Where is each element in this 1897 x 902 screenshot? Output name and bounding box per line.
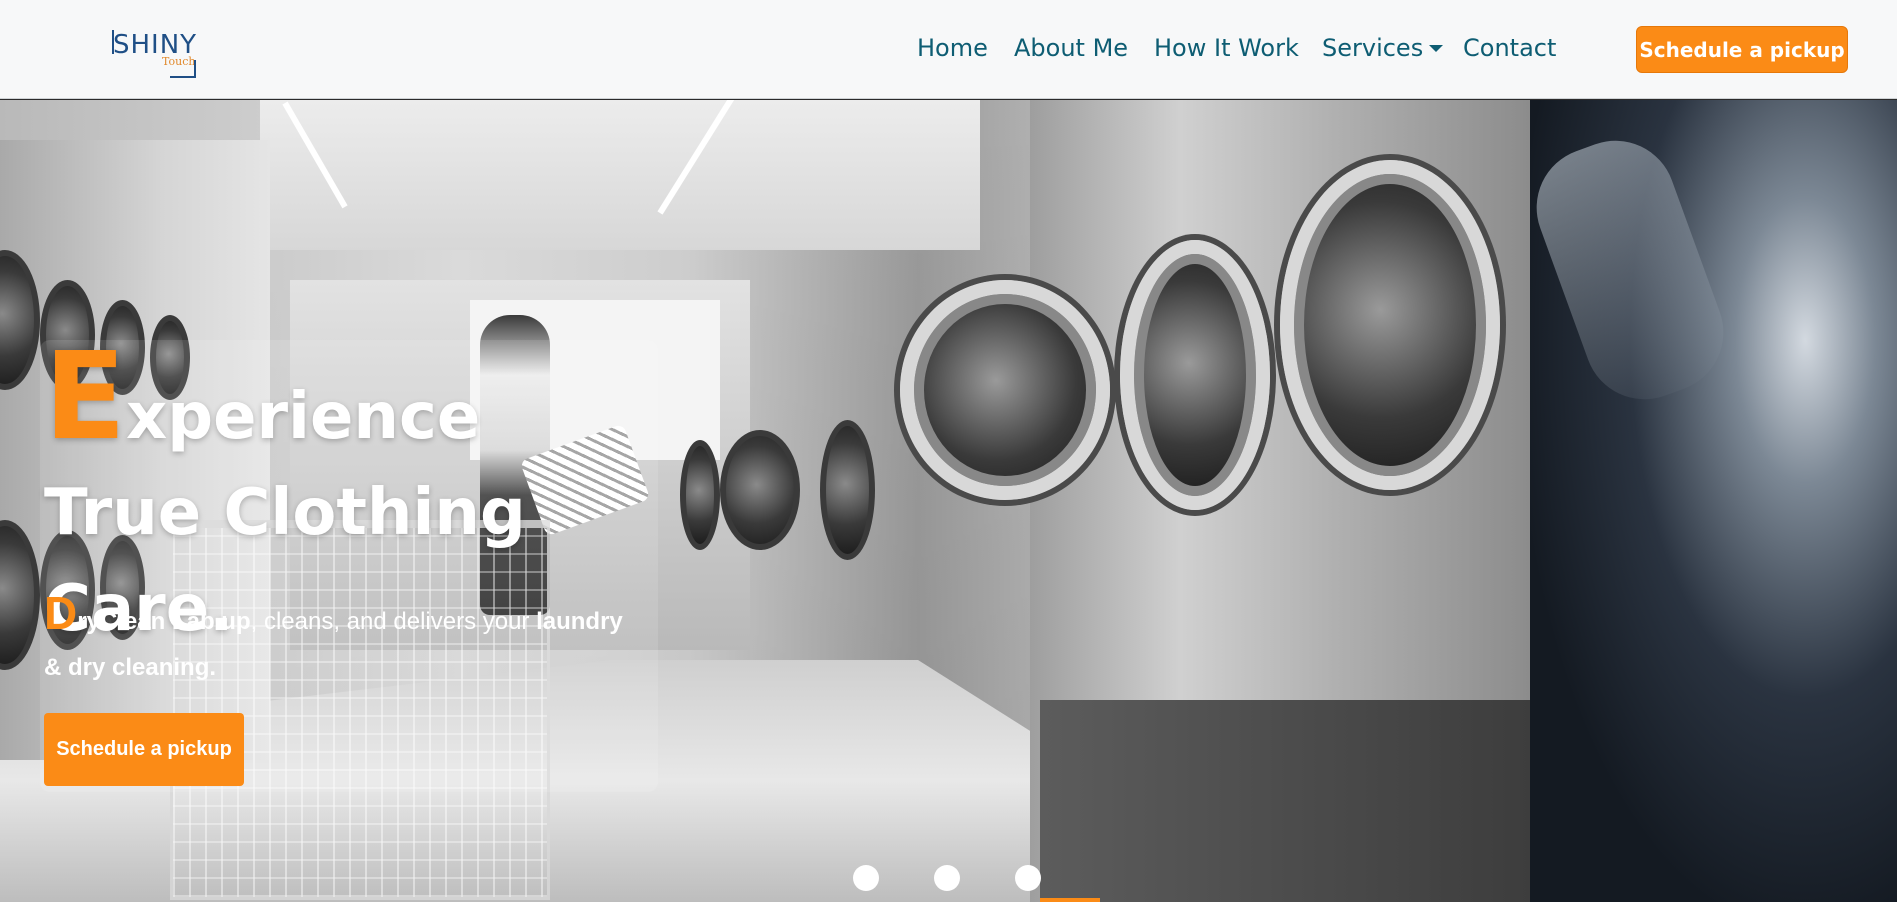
schedule-pickup-nav-button[interactable]: Schedule a pickup [1636,26,1848,73]
logo-frame [170,76,196,78]
washer-door-open [1280,160,1500,490]
top-navbar: SHINY Touch Home About Me How It Work Se… [0,0,1897,99]
brand-logo[interactable]: SHINY Touch [110,28,198,82]
caret-down-icon [1429,45,1444,52]
nav-link-how-it-work[interactable]: How It Work [1154,31,1299,65]
hero-subtitle-brand: ryClean Lab up [77,608,251,635]
washer-door [720,430,800,550]
carousel-active-bar [1040,898,1100,902]
carousel-indicator-1[interactable] [853,865,879,891]
ceiling-light [657,100,737,215]
washer-door-open [1120,240,1270,510]
washer-door-open [900,280,1110,500]
washer-door [820,420,875,560]
nav-link-home[interactable]: Home [917,31,988,65]
washer-door [680,440,720,550]
hero-subtitle-dropcap: D [44,587,78,639]
schedule-pickup-hero-button[interactable]: Schedule a pickup [44,713,244,786]
hero-heading-dropcap: E [44,328,126,467]
ceiling [260,100,980,250]
nav-link-contact[interactable]: Contact [1463,31,1556,65]
hero-carousel: Experience True Clothing Care. DryClean … [0,100,1897,902]
hero-subtitle: DryClean Lab up, cleans, and delivers yo… [44,590,644,691]
hero-subtitle-middle: , cleans, and delivers your [250,608,537,635]
carousel-indicator-2[interactable] [934,865,960,891]
ceiling-light [282,101,348,209]
logo-sub-text: Touch [162,55,196,68]
washer-door [0,250,40,390]
nav-link-about-me[interactable]: About Me [1014,31,1128,65]
nav-link-services[interactable]: Services [1322,31,1444,65]
nav-link-services-label: Services [1322,34,1424,62]
washer-base [1040,700,1530,902]
washer-door [0,520,40,670]
carousel-indicator-3[interactable] [1015,865,1041,891]
